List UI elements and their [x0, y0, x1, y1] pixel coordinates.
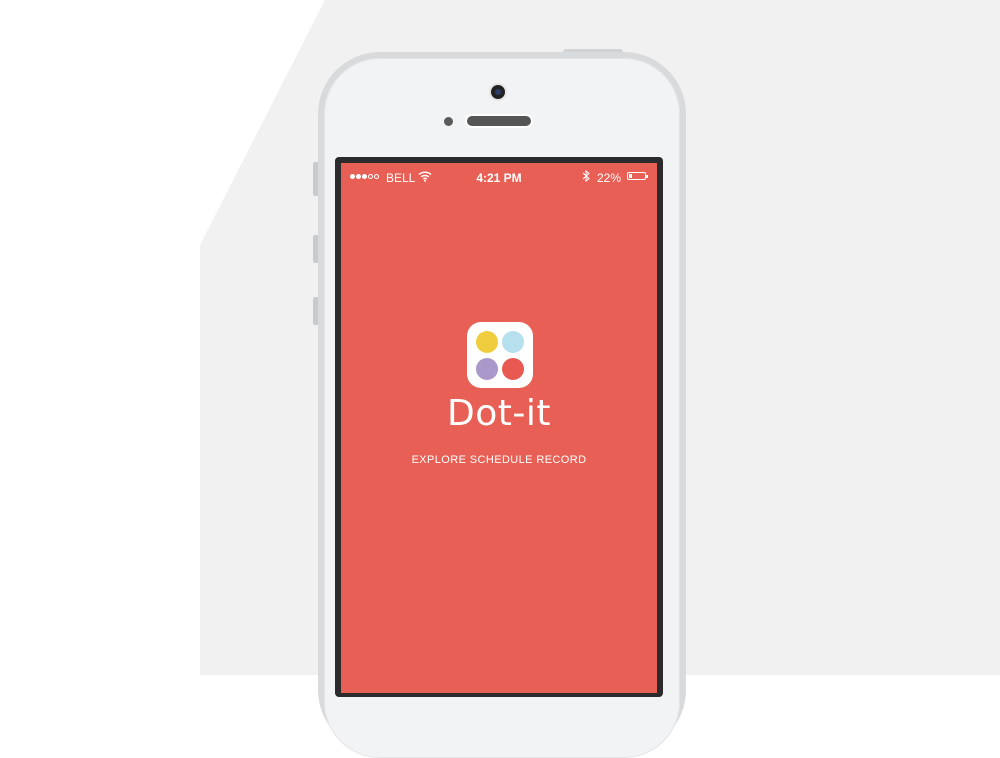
bluetooth-icon [582, 170, 590, 182]
battery-level-fill [629, 174, 632, 178]
app-name: Dot-it [447, 393, 551, 434]
earpiece-speaker [467, 116, 531, 126]
status-bar: BELL 4:21 PM 22% [341, 163, 657, 189]
logo-dot-yellow [476, 331, 498, 353]
battery-icon [627, 172, 648, 180]
app-logo-icon [467, 322, 533, 388]
logo-dot-red [502, 358, 524, 380]
battery-percent: 22% [597, 171, 622, 185]
app-tagline: EXPLORE SCHEDULE RECORD [411, 454, 587, 466]
logo-dot-blue [502, 331, 524, 353]
front-camera [491, 85, 505, 99]
logo-dot-purple [476, 358, 498, 380]
proximity-sensor [444, 117, 453, 126]
app-screen: BELL 4:21 PM 22% Dot-it EXPLORE SCHEDULE… [341, 163, 657, 693]
